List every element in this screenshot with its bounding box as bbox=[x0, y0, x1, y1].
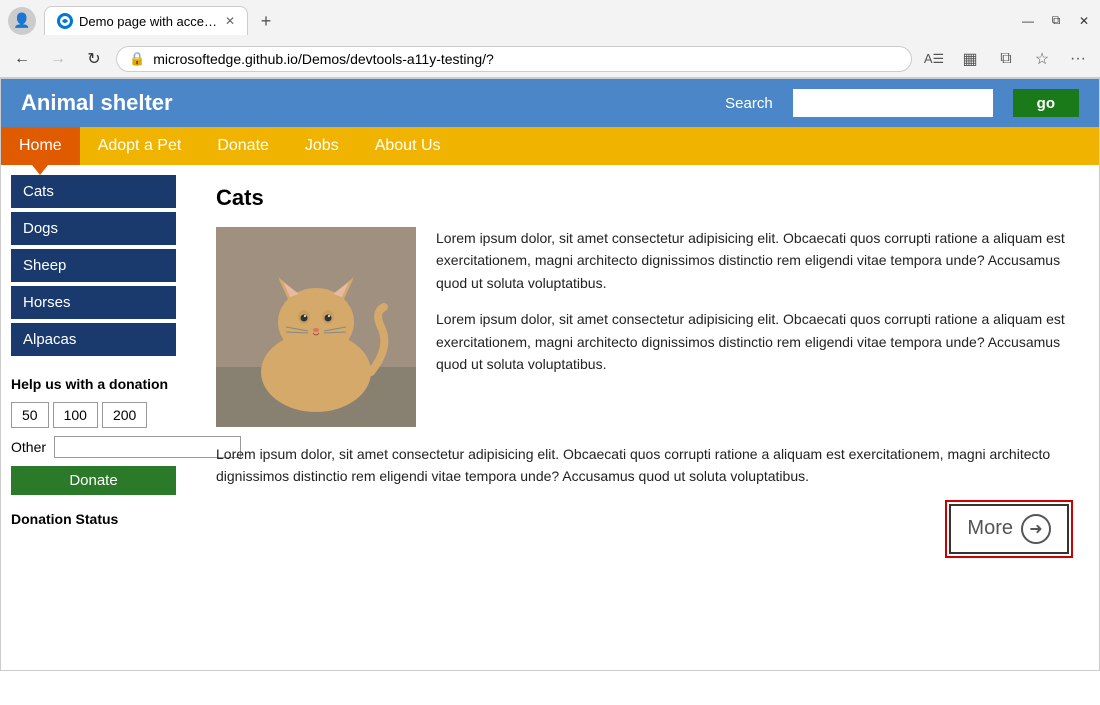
paragraph-2: Lorem ipsum dolor, sit amet consectetur … bbox=[436, 308, 1069, 375]
more-arrow-circle: ➜ bbox=[1021, 514, 1051, 544]
browser-chrome: 👤 Demo page with accessibility issu ✕ + … bbox=[0, 0, 1100, 78]
donation-section: Help us with a donation 50 100 200 Other… bbox=[11, 376, 176, 527]
amount-200-button[interactable]: 200 bbox=[102, 402, 147, 428]
more-button[interactable]: More ➜ bbox=[949, 504, 1069, 554]
tab-close-button[interactable]: ✕ bbox=[225, 14, 235, 28]
arrow-right-icon: ➜ bbox=[1029, 519, 1042, 539]
forward-button[interactable]: → bbox=[44, 45, 72, 73]
donate-button[interactable]: Donate bbox=[11, 466, 176, 495]
other-label: Other bbox=[11, 439, 46, 455]
paragraph-3: Lorem ipsum dolor, sit amet consectetur … bbox=[216, 443, 1069, 488]
address-actions: A☰ ▦ ⧉ ☆ ··· bbox=[920, 45, 1092, 73]
minimize-button[interactable]: — bbox=[1020, 13, 1036, 29]
window-controls: — ⧉ ✕ bbox=[1020, 13, 1092, 29]
sidebar-item-cats[interactable]: Cats bbox=[11, 175, 176, 208]
picture-in-picture-button[interactable]: ⧉ bbox=[992, 45, 1020, 73]
page-title: Cats bbox=[216, 185, 1069, 211]
site-nav: Home Adopt a Pet Donate Jobs About Us bbox=[1, 127, 1099, 165]
paragraph-1: Lorem ipsum dolor, sit amet consectetur … bbox=[436, 227, 1069, 294]
favorites-button[interactable]: ☆ bbox=[1028, 45, 1056, 73]
tab-title: Demo page with accessibility issu bbox=[79, 14, 219, 29]
profile-icon[interactable]: 👤 bbox=[8, 7, 36, 35]
text-paragraphs: Lorem ipsum dolor, sit amet consectetur … bbox=[436, 227, 1069, 427]
search-input[interactable] bbox=[793, 89, 993, 117]
donation-status-title: Donation Status bbox=[11, 511, 176, 527]
go-button[interactable]: go bbox=[1013, 89, 1079, 117]
more-section: More ➜ bbox=[216, 504, 1069, 554]
nav-item-adopt[interactable]: Adopt a Pet bbox=[80, 127, 200, 165]
site-body: Cats Dogs Sheep Horses Alpacas Help us w… bbox=[1, 165, 1099, 574]
new-tab-button[interactable]: + bbox=[252, 7, 280, 35]
active-tab[interactable]: Demo page with accessibility issu ✕ bbox=[44, 6, 248, 35]
sidebar-item-horses[interactable]: Horses bbox=[11, 286, 176, 319]
site-title: Animal shelter bbox=[21, 90, 705, 116]
restore-button[interactable]: ⧉ bbox=[1048, 13, 1064, 29]
amount-buttons: 50 100 200 bbox=[11, 402, 176, 428]
sidebar: Cats Dogs Sheep Horses Alpacas Help us w… bbox=[1, 165, 186, 574]
tab-bar: Demo page with accessibility issu ✕ + bbox=[44, 6, 1012, 35]
nav-item-home[interactable]: Home bbox=[1, 127, 80, 165]
donation-section-title: Help us with a donation bbox=[11, 376, 176, 392]
site-wrapper: Animal shelter Search go Home Adopt a Pe… bbox=[0, 78, 1100, 671]
profile-glyph: 👤 bbox=[13, 12, 30, 29]
more-tools-button[interactable]: ··· bbox=[1064, 45, 1092, 73]
close-window-button[interactable]: ✕ bbox=[1076, 13, 1092, 29]
back-button[interactable]: ← bbox=[8, 45, 36, 73]
other-row: Other bbox=[11, 436, 176, 458]
sidebar-item-alpacas[interactable]: Alpacas bbox=[11, 323, 176, 356]
sidebar-item-dogs[interactable]: Dogs bbox=[11, 212, 176, 245]
url-text: microsoftedge.github.io/Demos/devtools-a… bbox=[153, 51, 899, 67]
main-content: Cats bbox=[186, 165, 1099, 574]
content-row: Lorem ipsum dolor, sit amet consectetur … bbox=[216, 227, 1069, 427]
immersive-reader-button[interactable]: ▦ bbox=[956, 45, 984, 73]
lock-icon: 🔒 bbox=[129, 51, 145, 67]
nav-item-jobs[interactable]: Jobs bbox=[287, 127, 357, 165]
address-bar: ← → ↻ 🔒 microsoftedge.github.io/Demos/de… bbox=[0, 41, 1100, 77]
nav-item-donate[interactable]: Donate bbox=[199, 127, 287, 165]
site-header: Animal shelter Search go bbox=[1, 79, 1099, 127]
tab-favicon bbox=[57, 13, 73, 29]
amount-50-button[interactable]: 50 bbox=[11, 402, 49, 428]
amount-100-button[interactable]: 100 bbox=[53, 402, 98, 428]
more-button-label: More bbox=[967, 517, 1013, 540]
nav-item-about[interactable]: About Us bbox=[357, 127, 459, 165]
search-label: Search bbox=[725, 95, 773, 112]
refresh-button[interactable]: ↻ bbox=[80, 45, 108, 73]
read-aloud-button[interactable]: A☰ bbox=[920, 45, 948, 73]
cat-image bbox=[216, 227, 416, 427]
sidebar-item-sheep[interactable]: Sheep bbox=[11, 249, 176, 282]
title-bar: 👤 Demo page with accessibility issu ✕ + … bbox=[0, 0, 1100, 41]
url-box[interactable]: 🔒 microsoftedge.github.io/Demos/devtools… bbox=[116, 46, 912, 72]
